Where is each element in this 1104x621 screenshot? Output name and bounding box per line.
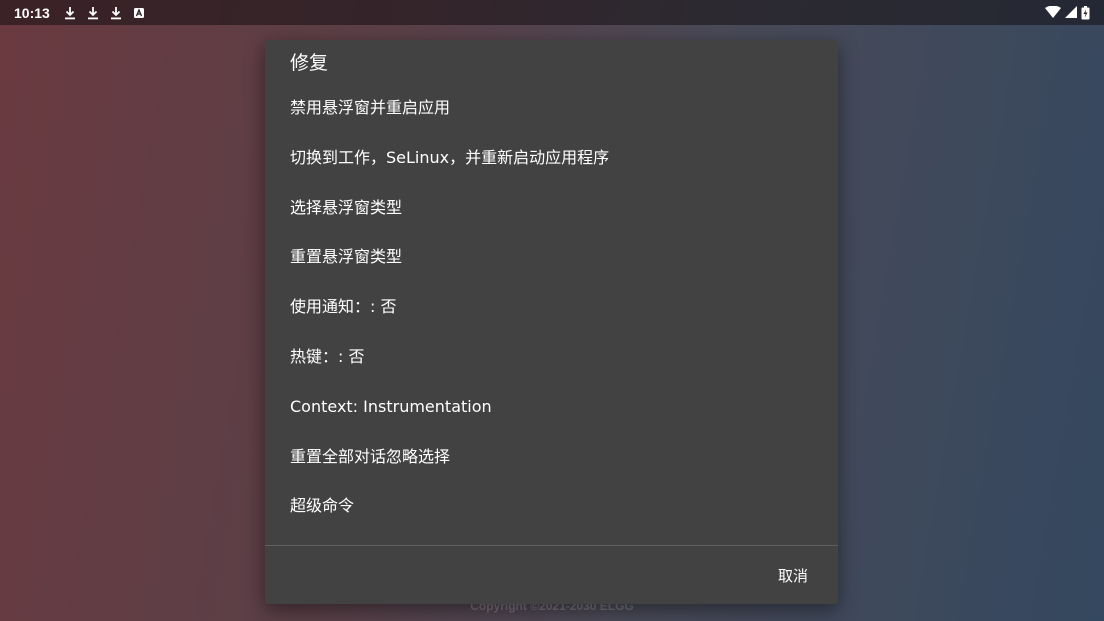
menu-item-context[interactable]: Context: Instrumentation — [265, 382, 838, 432]
dialog-menu: 禁用悬浮窗并重启应用 切换到工作，SeLinux，并重新启动应用程序 选择悬浮窗… — [265, 83, 838, 531]
app-icon — [133, 7, 144, 18]
menu-item-use-notification[interactable]: 使用通知：: 否 — [265, 282, 838, 332]
battery-icon — [1081, 5, 1090, 19]
signal-icon — [1065, 6, 1077, 18]
repair-dialog: 修复 禁用悬浮窗并重启应用 切换到工作，SeLinux，并重新启动应用程序 选择… — [265, 40, 838, 604]
status-time: 10:13 — [14, 4, 50, 21]
download-icon — [64, 6, 75, 19]
menu-item-switch-selinux-restart[interactable]: 切换到工作，SeLinux，并重新启动应用程序 — [265, 133, 838, 183]
menu-item-select-float-type[interactable]: 选择悬浮窗类型 — [265, 183, 838, 233]
status-bar: 10:13 — [0, 0, 1104, 25]
cancel-button[interactable]: 取消 — [778, 564, 808, 588]
dialog-divider — [265, 545, 838, 546]
dialog-title: 修复 — [290, 52, 329, 74]
download-icon — [87, 6, 98, 19]
menu-item-disable-float-restart[interactable]: 禁用悬浮窗并重启应用 — [265, 83, 838, 133]
menu-item-hotkey[interactable]: 热键：: 否 — [265, 332, 838, 382]
status-right — [1045, 5, 1090, 20]
menu-item-reset-dialog-ignore[interactable]: 重置全部对话忽略选择 — [265, 432, 838, 482]
menu-item-super-command[interactable]: 超级命令 — [265, 481, 838, 531]
download-icon — [110, 6, 121, 19]
menu-item-reset-float-type[interactable]: 重置悬浮窗类型 — [265, 232, 838, 282]
wifi-icon — [1045, 6, 1061, 18]
